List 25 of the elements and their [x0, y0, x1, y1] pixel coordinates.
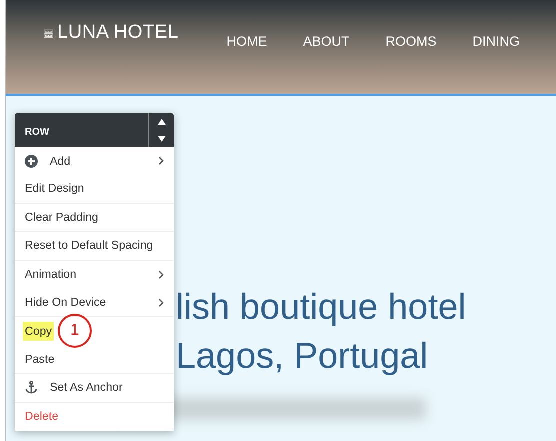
down-arrow-icon[interactable] [158, 136, 166, 142]
nav-link[interactable]: HOME [226, 32, 268, 52]
heading-text: lish boutique hotel [176, 285, 466, 329]
menu-item[interactable]: Set As Anchor [15, 374, 174, 403]
menu-item[interactable]: Delete [15, 402, 174, 431]
anchor-icon [25, 381, 38, 394]
menu-title: ROW [24, 126, 50, 140]
plus-circle-icon [25, 154, 38, 168]
menu-item[interactable]: Paste [15, 346, 174, 374]
annotation-marker: 1 [58, 314, 92, 348]
nav-link[interactable]: DINING [472, 32, 520, 52]
menu-item[interactable]: Hide On Device [15, 288, 174, 318]
chevron-right-icon [159, 270, 164, 279]
menu-item[interactable]: Animation [15, 260, 174, 289]
chevron-right-icon [159, 157, 164, 166]
chevron-right-icon [159, 298, 164, 307]
menu-item[interactable]: Add [15, 147, 174, 176]
menu-item[interactable]: Edit Design [15, 175, 174, 204]
site-logo[interactable]: LUNA HOTEL [57, 22, 179, 45]
nav-link[interactable]: ABOUT [303, 32, 350, 52]
heading-text: Lagos, Portugal [176, 334, 430, 378]
menu-item[interactable]: Reset to Default Spacing [15, 232, 174, 261]
up-arrow-icon[interactable] [158, 118, 166, 124]
menu-item[interactable]: Clear Padding [15, 204, 174, 232]
nav-link[interactable]: ROOMS [386, 32, 437, 52]
